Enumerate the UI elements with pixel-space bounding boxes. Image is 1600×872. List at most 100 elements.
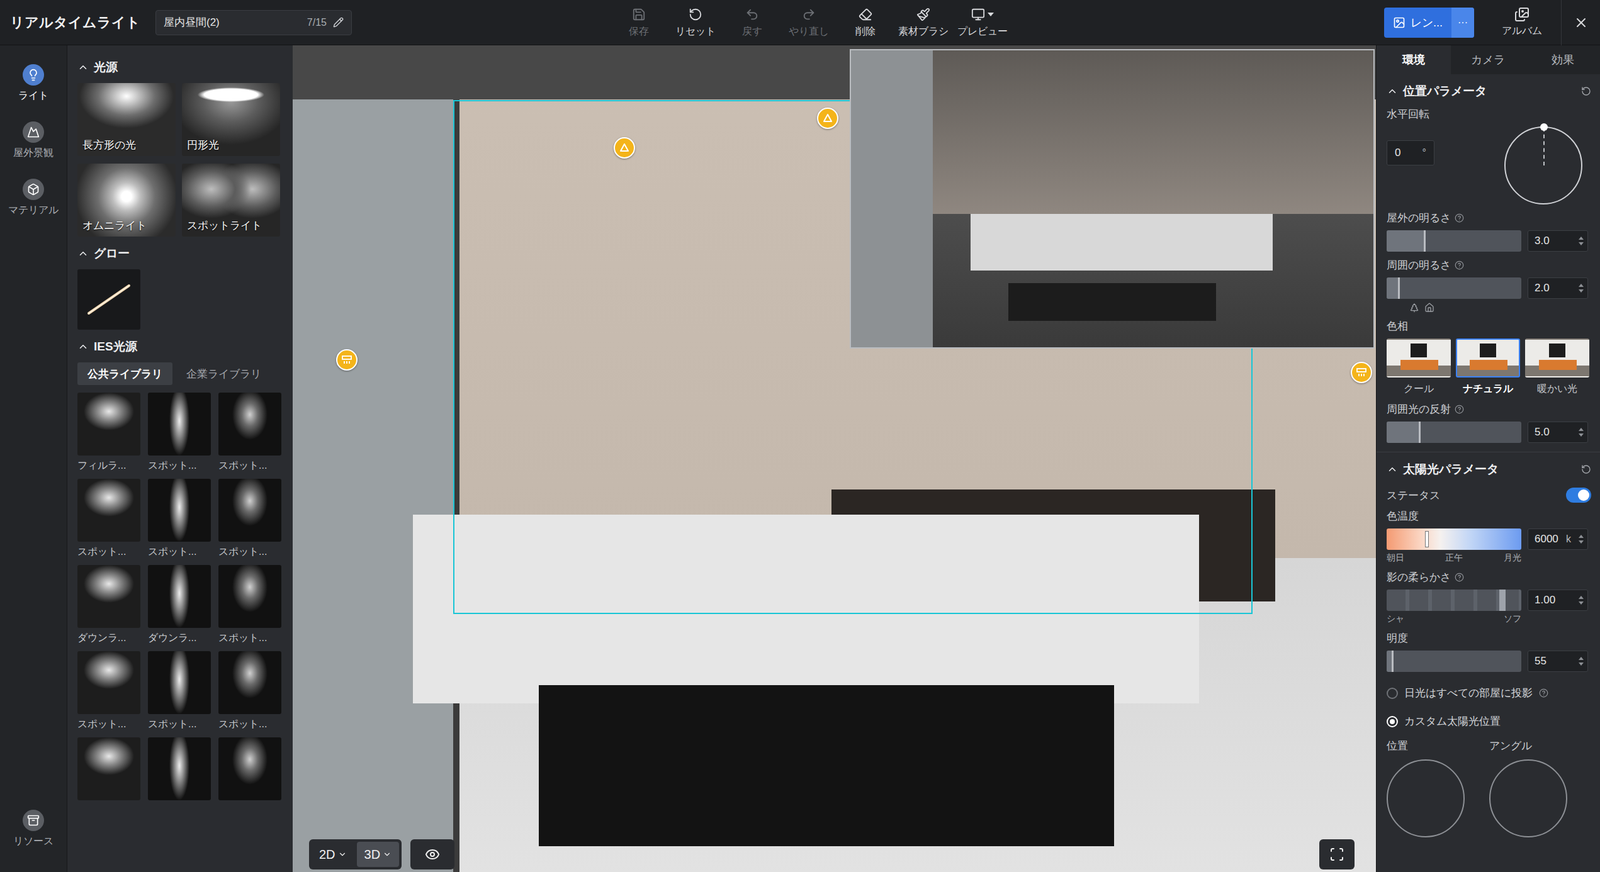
slider[interactable] (1386, 650, 1522, 673)
ies-item[interactable]: スポット... (147, 478, 211, 559)
view-mode-button[interactable]: 2D (311, 842, 355, 868)
slider[interactable] (1386, 421, 1522, 444)
rail-item[interactable]: 屋外景観 (0, 116, 67, 165)
dial-knob[interactable] (1540, 123, 1548, 131)
scene-field[interactable]: 屋内昼間(2)7/15 (155, 10, 352, 36)
spinner-icon[interactable] (1578, 428, 1584, 437)
ies-item[interactable]: ダウンラ... (77, 565, 141, 646)
render-more-button[interactable]: ··· (1451, 7, 1475, 38)
slider[interactable] (1386, 230, 1522, 252)
value-input[interactable]: 2.0 (1527, 277, 1589, 299)
spinner-icon[interactable] (1578, 236, 1584, 246)
section-header[interactable]: グロー (77, 236, 286, 270)
panel-tab[interactable]: カメラ (1450, 45, 1526, 75)
tool-button[interactable]: 保存 (614, 6, 663, 39)
reset-icon[interactable] (1581, 86, 1592, 97)
ies-item[interactable] (77, 737, 141, 817)
tool-button[interactable]: 素材ブラシ (898, 6, 949, 39)
render-button[interactable]: レン...··· (1384, 7, 1475, 38)
fullscreen-button[interactable] (1319, 839, 1355, 870)
rotation-dial[interactable] (1504, 126, 1583, 205)
value-input[interactable]: 55 (1527, 650, 1589, 673)
ies-item[interactable] (218, 737, 282, 817)
render-canvas[interactable]: 2D3D (292, 45, 1376, 872)
light-source-tile[interactable]: 円形光 (181, 83, 281, 157)
section-header[interactable]: 光源 (77, 50, 286, 84)
ies-item[interactable]: スポット... (218, 478, 282, 559)
view-mode-button[interactable]: 3D (356, 842, 400, 868)
light-source-tile[interactable]: 長方形の光 (77, 83, 176, 157)
album-button[interactable]: アルバム (1501, 6, 1543, 38)
light-pin[interactable] (613, 137, 636, 159)
ies-item[interactable]: スポット... (147, 651, 211, 732)
collapse-icon[interactable] (77, 341, 89, 353)
light-source-tile[interactable]: オムニライト (77, 163, 176, 237)
collapse-icon[interactable] (77, 61, 89, 74)
rotation-input[interactable]: 0° (1386, 140, 1435, 166)
light-pin[interactable] (336, 349, 358, 371)
ies-item[interactable]: フィルラ... (77, 392, 141, 473)
section-header[interactable]: 位置パラメータ (1386, 74, 1592, 108)
rail-item[interactable]: リソース (0, 805, 67, 854)
ies-tab[interactable]: 公共ライブラリ (77, 362, 173, 386)
ies-item[interactable] (147, 737, 211, 817)
tool-button[interactable]: やり直し (784, 6, 833, 39)
hue-option[interactable]: 暖かい光 (1525, 338, 1590, 396)
hue-option[interactable]: クール (1386, 338, 1451, 396)
close-button[interactable] (1560, 0, 1600, 46)
panel-tab[interactable]: 環境 (1376, 45, 1451, 75)
slider-thumb[interactable] (1499, 589, 1506, 612)
help-icon[interactable] (1454, 260, 1465, 271)
ies-item[interactable]: スポット... (147, 392, 211, 473)
collapse-icon[interactable] (1386, 85, 1398, 97)
spinner-icon[interactable] (1578, 596, 1584, 605)
ies-tab[interactable]: 企業ライブラリ (176, 362, 272, 386)
radio-option[interactable]: 日光はすべての部屋に投影 (1386, 686, 1592, 701)
shadow-softness-slider[interactable] (1386, 589, 1522, 612)
rail-item[interactable]: マテリアル (0, 173, 67, 223)
color-temperature-slider[interactable] (1386, 528, 1522, 551)
section-header[interactable]: IES光源 (77, 329, 286, 363)
ies-item[interactable]: スポット... (218, 651, 282, 732)
collapse-icon[interactable] (1386, 463, 1398, 476)
help-icon[interactable] (1454, 404, 1465, 415)
reset-icon[interactable] (1581, 464, 1592, 475)
spinner-icon[interactable] (1578, 657, 1584, 666)
light-pin[interactable] (1350, 361, 1373, 384)
light-source-tile[interactable]: スポットライト (181, 163, 281, 237)
ies-item[interactable]: スポット... (77, 478, 141, 559)
spinner-icon[interactable] (1578, 283, 1584, 293)
visibility-button[interactable] (410, 839, 455, 870)
help-icon[interactable] (1454, 572, 1465, 583)
spinner-icon[interactable] (1578, 535, 1584, 544)
value-input[interactable]: 6000k (1527, 528, 1589, 551)
ies-item[interactable]: ダウンラ... (147, 565, 211, 646)
light-pin[interactable] (816, 107, 839, 130)
ies-item[interactable]: スポット... (218, 565, 282, 646)
help-icon[interactable] (1538, 688, 1549, 699)
slider-thumb[interactable] (1425, 531, 1429, 548)
ies-item[interactable]: スポット... (218, 392, 282, 473)
help-icon[interactable] (1454, 213, 1465, 223)
panel-tab[interactable]: 効果 (1525, 45, 1600, 75)
status-switch[interactable] (1566, 487, 1592, 503)
collapse-icon[interactable] (77, 247, 89, 260)
hue-option[interactable]: ナチュラル (1455, 338, 1521, 396)
rail-item[interactable]: ライト (0, 59, 67, 108)
tool-button[interactable]: プレビュー (957, 6, 1008, 39)
value-input[interactable]: 5.0 (1527, 421, 1589, 444)
tool-button[interactable]: リセット (671, 6, 720, 39)
pencil-icon[interactable] (332, 16, 344, 28)
radio-option[interactable]: カスタム太陽光位置 (1386, 714, 1592, 729)
ies-item[interactable]: スポット... (77, 651, 141, 732)
value-input[interactable]: 3.0 (1527, 230, 1589, 252)
slider[interactable] (1386, 277, 1522, 299)
spot-light-icon (619, 142, 630, 153)
section-header[interactable]: 太陽光パラメータ (1386, 452, 1592, 486)
sun-dial[interactable] (1386, 759, 1465, 838)
tool-button[interactable]: 削除 (841, 6, 890, 39)
sun-dial[interactable] (1489, 759, 1568, 838)
tool-button[interactable]: 戻す (728, 6, 777, 39)
value-input[interactable]: 1.00 (1527, 589, 1589, 612)
glow-tile[interactable] (77, 269, 141, 330)
